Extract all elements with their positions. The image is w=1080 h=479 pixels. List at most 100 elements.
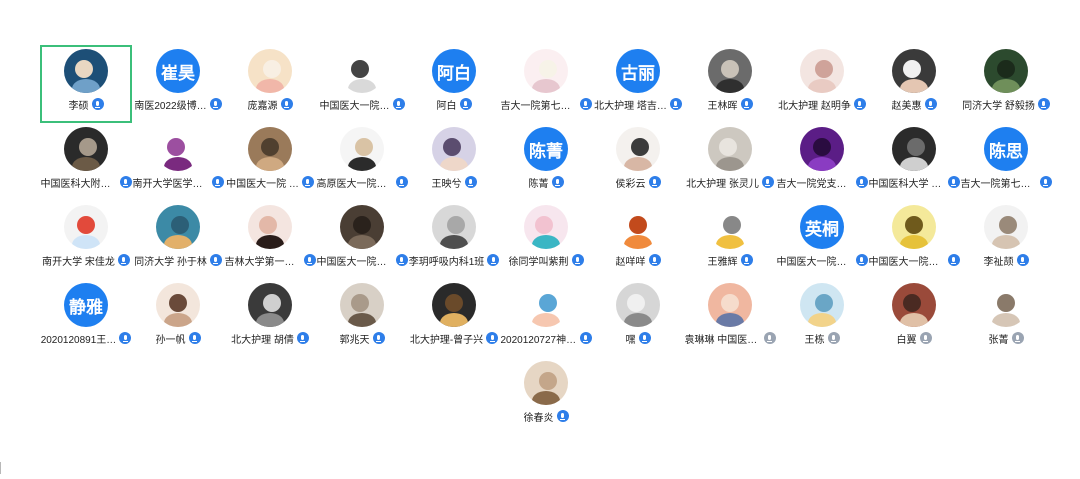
participant-name: 2020120727神内朱… xyxy=(500,334,577,346)
participant-tile[interactable]: 陈菁 陈菁 xyxy=(500,123,592,201)
participant-avatar xyxy=(892,205,936,249)
participant-tile[interactable]: 北大护理 张灵儿 xyxy=(684,123,776,201)
participant-tile[interactable]: 北大护理-曾子兴 xyxy=(408,279,500,357)
participant-tile[interactable]: 张菁 xyxy=(960,279,1052,357)
participant-avatar xyxy=(800,283,844,327)
participant-tile[interactable]: 嘿 xyxy=(592,279,684,357)
participant-tile[interactable]: 阿白 阿白 xyxy=(408,45,500,123)
participant-name: 中国医大一院荷鑫 xyxy=(868,256,945,268)
participant-avatar xyxy=(64,49,108,93)
participant-tile[interactable]: 崔昊 南医2022级博… xyxy=(132,45,224,123)
microphone-icon xyxy=(579,332,592,344)
participant-label-row: 中国医大一院胡明 xyxy=(316,252,408,268)
participant-tile[interactable]: 中国医大一院 … xyxy=(224,123,316,201)
participant-tile[interactable]: 中国医科大附一… xyxy=(40,123,132,201)
participant-tile[interactable]: 徐同学叫紫荆 xyxy=(500,201,592,279)
text-cursor xyxy=(0,462,1,474)
participant-avatar xyxy=(64,205,108,249)
participant-name: 北大护理-曾子兴 xyxy=(409,334,484,346)
participant-tile[interactable]: 吉大一院党支部… xyxy=(776,123,868,201)
participant-label-row: 2020120727神内朱… xyxy=(500,330,592,346)
participant-avatar xyxy=(984,49,1028,93)
participant-avatar xyxy=(432,205,476,249)
participant-tile[interactable]: 英桐 中国医大一院李… xyxy=(776,201,868,279)
participant-label-row: 孙一帆 xyxy=(132,330,224,346)
participant-tile[interactable]: 同济大学 孙于林 xyxy=(132,201,224,279)
participant-avatar xyxy=(432,127,476,171)
participant-tile[interactable]: 李硕 xyxy=(40,45,132,123)
microphone-icon xyxy=(211,176,224,188)
participant-label-row: 中国医大一院李… xyxy=(776,252,868,268)
participant-tile[interactable]: 吉大一院第七党… xyxy=(500,45,592,123)
participant-avatar xyxy=(892,127,936,171)
participant-tile[interactable]: 白翼 xyxy=(868,279,960,357)
participant-tile[interactable]: 南开大学 宋佳龙 xyxy=(40,201,132,279)
participant-avatar xyxy=(616,205,660,249)
microphone-icon xyxy=(855,254,868,266)
participant-label-row: 徐同学叫紫荆 xyxy=(500,252,592,268)
participant-tile[interactable]: 王雅辉 xyxy=(684,201,776,279)
participant-tile[interactable]: 袁琳琳 中国医大一院 xyxy=(684,279,776,357)
microphone-icon xyxy=(301,176,314,188)
participant-avatar: 阿白 xyxy=(432,49,476,93)
participant-name: 同济大学 舒毅扬 xyxy=(962,100,1035,112)
participant-tile[interactable]: 李祉颉 xyxy=(960,201,1052,279)
participant-tile[interactable]: 李玥呼吸内科1班 xyxy=(408,201,500,279)
participant-tile[interactable]: 吉林大学第一医… xyxy=(224,201,316,279)
participant-tile[interactable]: 赵咩咩 xyxy=(592,201,684,279)
participant-label-row: 李祉颉 xyxy=(960,252,1052,268)
participant-name: 王林晖 xyxy=(707,100,738,112)
participant-tile[interactable]: 中国医大一院… xyxy=(316,45,408,123)
participant-tile[interactable]: 王栋 xyxy=(776,279,868,357)
participant-name: 赵美惠 xyxy=(891,100,922,112)
participant-tile[interactable]: 郭兆天 xyxy=(316,279,408,357)
microphone-icon xyxy=(372,332,385,344)
participant-label-row: 吉大一院第七党… xyxy=(960,174,1052,190)
participant-tile[interactable]: 北大护理 赵明争 xyxy=(776,45,868,123)
participant-tile[interactable]: 陈思 吉大一院第七党… xyxy=(960,123,1052,201)
participant-tile[interactable]: 2020120727神内朱… xyxy=(500,279,592,357)
microphone-icon xyxy=(855,176,868,188)
participant-tile[interactable]: 中国医大一院胡明 xyxy=(316,201,408,279)
avatar-initials: 陈菁 xyxy=(529,141,563,161)
participant-grid: 李硕 崔昊 南医2022级博… 庞嘉源 中国医大一院… 阿白 阿白 吉大一院第七党… 古丽 北大护… xyxy=(0,0,1080,479)
participant-tile[interactable]: 王林晖 xyxy=(684,45,776,123)
participant-tile[interactable]: 南开大学医学院… xyxy=(132,123,224,201)
participant-label-row: 王雅辉 xyxy=(684,252,776,268)
participant-tile[interactable]: 赵美惠 xyxy=(868,45,960,123)
participant-tile[interactable]: 中国医大一院荷鑫 xyxy=(868,201,960,279)
participant-name: 中国医科大附一… xyxy=(40,178,117,190)
participant-label-row: 嘿 xyxy=(592,330,684,346)
microphone-icon xyxy=(459,98,472,110)
participant-tile[interactable]: 古丽 北大护理 塔吉… xyxy=(592,45,684,123)
microphone-icon xyxy=(188,332,201,344)
participant-label-row: 南开大学医学院… xyxy=(132,174,224,190)
participant-tile[interactable]: 北大护理 胡倩 xyxy=(224,279,316,357)
microphone-icon xyxy=(395,176,408,188)
participant-avatar xyxy=(616,283,660,327)
participant-label-row: 高原医大一院传… xyxy=(316,174,408,190)
participant-name: 中国医大一院胡明 xyxy=(316,256,393,268)
participant-name: 2020120891王… xyxy=(40,334,117,346)
participant-name: 徐同学叫紫荆 xyxy=(508,256,569,268)
microphone-icon xyxy=(119,332,132,344)
participant-label-row: 阿白 xyxy=(408,96,500,112)
participant-name: 中国医大一院李… xyxy=(776,256,853,268)
participant-tile[interactable]: 孙一帆 xyxy=(132,279,224,357)
participant-name: 北大护理 胡倩 xyxy=(231,334,294,346)
participant-label-row: 王映兮 xyxy=(408,174,500,190)
participant-tile[interactable]: 同济大学 舒毅扬 xyxy=(960,45,1052,123)
microphone-icon xyxy=(209,254,222,266)
participant-tile[interactable]: 中国医科大学 张晓 xyxy=(868,123,960,201)
participant-label-row: 南开大学 宋佳龙 xyxy=(40,252,132,268)
microphone-icon xyxy=(303,254,316,266)
participant-name: 中国医科大学 张晓 xyxy=(868,178,945,190)
participant-tile[interactable]: 高原医大一院传… xyxy=(316,123,408,201)
participant-tile[interactable]: 庞嘉源 xyxy=(224,45,316,123)
participant-tile[interactable]: 侯彩云 xyxy=(592,123,684,201)
participant-avatar xyxy=(248,205,292,249)
participant-tile[interactable]: 静雅 2020120891王… xyxy=(40,279,132,357)
participant-tile[interactable]: 徐春炎 xyxy=(500,357,592,435)
participant-tile[interactable]: 王映兮 xyxy=(408,123,500,201)
microphone-icon xyxy=(947,254,960,266)
